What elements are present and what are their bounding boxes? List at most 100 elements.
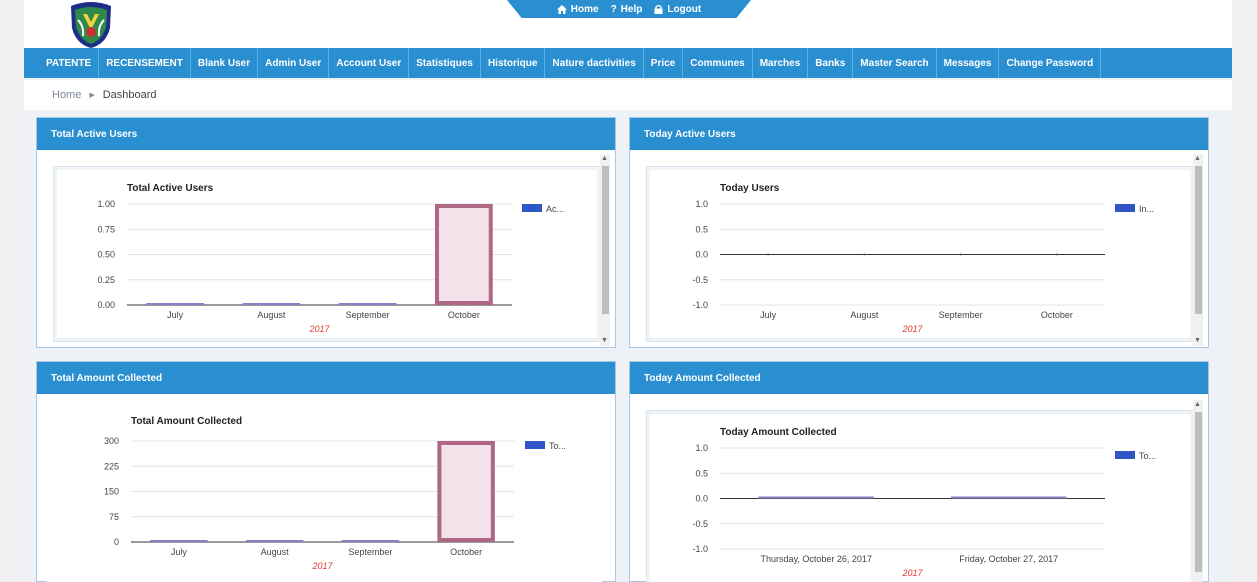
y-tick-label: 0.00 <box>97 300 115 310</box>
panel-body: Today Amount Collected 1.0 0.5 0.0 -0.5 -1.0 T… <box>630 394 1208 582</box>
logout-link[interactable]: Logout <box>654 4 701 15</box>
panel-header: Total Active Users <box>37 118 615 150</box>
nav-item-nature-dactivities[interactable]: Nature dactivities <box>545 48 644 78</box>
y-tick-label: 225 <box>104 461 119 471</box>
nav-item-messages[interactable]: Messages <box>937 48 1000 78</box>
bar <box>435 204 493 305</box>
y-tick-label: 1.0 <box>695 443 708 453</box>
bar <box>150 540 208 542</box>
bar <box>242 303 301 305</box>
y-tick-label: -0.5 <box>692 519 708 529</box>
y-tick-label: -1.0 <box>692 300 708 310</box>
lock-icon <box>654 4 663 14</box>
scroll-up-icon[interactable]: ▲ <box>1194 401 1201 409</box>
scrollbar-thumb[interactable] <box>1195 166 1202 314</box>
y-tick-label: 150 <box>104 487 119 497</box>
breadcrumb-home[interactable]: Home <box>52 89 81 101</box>
scroll-up-icon[interactable]: ▲ <box>601 155 608 163</box>
legend-swatch <box>525 441 545 449</box>
panel-body: Total Active Users 1.00 0.75 0.50 0.25 0.00 Ju… <box>37 150 615 347</box>
nav-item-account-user[interactable]: Account User <box>329 48 410 78</box>
legend-swatch <box>1115 451 1135 459</box>
legend-swatch <box>522 204 542 212</box>
x-axis-year-label: 2017 <box>311 561 333 571</box>
nav-item-recensement[interactable]: RECENSEMENT <box>99 48 191 78</box>
y-tick-label: 0.0 <box>695 250 708 260</box>
nav-item-marches[interactable]: Marches <box>753 48 809 78</box>
x-tick-label: October <box>450 547 482 557</box>
y-tick-label: 0.75 <box>97 224 115 234</box>
x-tick-label: Friday, October 27, 2017 <box>959 554 1058 564</box>
help-link[interactable]: ? Help <box>611 4 643 15</box>
home-icon <box>556 4 567 14</box>
chart-today-amount-collected: Today Amount Collected 1.0 0.5 0.0 -0.5 -1.0 T… <box>650 414 1190 582</box>
chart-total-active-users: Total Active Users 1.00 0.75 0.50 0.25 0.00 Ju… <box>57 170 597 338</box>
page: Home ? Help Logout PATENTE RECENSEMENT B… <box>24 0 1232 582</box>
x-tick-label: October <box>448 310 480 320</box>
chart-total-amount-collected: Total Amount Collected 300 225 150 75 0 July Au… <box>47 406 602 582</box>
scroll-down-icon[interactable]: ▼ <box>601 337 608 345</box>
breadcrumb-current: Dashboard <box>102 89 157 101</box>
main-nav: PATENTE RECENSEMENT Blank User Admin Use… <box>24 48 1232 78</box>
scroll-down-icon[interactable]: ▼ <box>1194 337 1201 345</box>
nav-item-change-password[interactable]: Change Password <box>999 48 1102 78</box>
panel-header: Today Active Users <box>630 118 1208 150</box>
x-tick-label: August <box>261 547 290 557</box>
logo <box>71 2 111 48</box>
x-tick-label: October <box>1041 310 1073 320</box>
scrollbar[interactable]: ▲ <box>1193 400 1203 582</box>
legend-label: To... <box>1139 451 1156 461</box>
logout-link-label: Logout <box>667 3 702 15</box>
legend-label: Ac... <box>546 204 564 214</box>
y-tick-label: 1.0 <box>695 199 708 209</box>
nav-item-blank-user[interactable]: Blank User <box>191 48 259 78</box>
scrollbar[interactable]: ▲ ▼ <box>1193 154 1203 346</box>
data-point <box>767 253 770 256</box>
nav-item-communes[interactable]: Communes <box>683 48 753 78</box>
data-point <box>863 253 866 256</box>
panel-body: Total Amount Collected 300 225 150 75 0 July Au… <box>37 394 615 582</box>
chart-today-users: Today Users 1.0 0.5 0.0 -0.5 -1.0 July August Se… <box>650 170 1190 338</box>
panel-total-amount-collected: Total Amount Collected Total Amount Coll… <box>36 361 616 582</box>
chart-container: Total Amount Collected 300 225 150 75 0 July Au… <box>47 406 602 582</box>
nav-item-banks[interactable]: Banks <box>808 48 854 78</box>
home-link[interactable]: Home <box>556 4 599 15</box>
scrollbar[interactable]: ▲ ▼ <box>600 154 610 346</box>
nav-item-master-search[interactable]: Master Search <box>853 48 937 78</box>
x-axis-year-label: 2017 <box>901 568 923 578</box>
y-tick-label: 0.0 <box>695 494 708 504</box>
nav-item-statistiques[interactable]: Statistiques <box>409 48 481 78</box>
chart-container: Today Amount Collected 1.0 0.5 0.0 -0.5 -1.0 T… <box>646 410 1194 582</box>
scrollbar-thumb[interactable] <box>602 166 609 314</box>
legend-label: To... <box>549 441 566 451</box>
legend-swatch <box>1115 204 1135 212</box>
y-tick-label: 0 <box>114 537 119 547</box>
y-tick-label: 0.25 <box>97 275 115 285</box>
panel-total-active-users: Total Active Users Total Active Users 1.0… <box>36 117 616 348</box>
data-point <box>959 253 962 256</box>
breadcrumb: Home ▶ Dashboard <box>24 80 1232 110</box>
scroll-up-icon[interactable]: ▲ <box>1194 155 1201 163</box>
bar <box>341 540 400 542</box>
x-tick-label: September <box>939 310 983 320</box>
legend-label: In... <box>1139 204 1154 214</box>
x-axis-year-label: 2017 <box>308 324 330 334</box>
y-tick-label: 0.5 <box>695 468 708 478</box>
nav-item-admin-user[interactable]: Admin User <box>258 48 330 78</box>
help-icon: ? <box>610 3 617 15</box>
panel-header: Total Amount Collected <box>37 362 615 394</box>
scrollbar-thumb[interactable] <box>1195 412 1202 572</box>
nav-item-price[interactable]: Price <box>644 48 684 78</box>
chart-background <box>47 406 602 582</box>
nav-item-patente[interactable]: PATENTE <box>24 48 100 78</box>
y-tick-label: -1.0 <box>692 544 708 554</box>
bar <box>437 441 495 542</box>
bar <box>338 303 397 305</box>
y-tick-label: 1.00 <box>97 199 115 209</box>
y-tick-label: -0.5 <box>692 275 708 285</box>
chart-title: Total Amount Collected <box>131 416 242 427</box>
nav-item-historique[interactable]: Historique <box>481 48 546 78</box>
panel-today-amount-collected: Today Amount Collected Today Amount Coll… <box>629 361 1209 582</box>
bar <box>146 303 204 305</box>
chart-title: Today Users <box>720 183 780 194</box>
